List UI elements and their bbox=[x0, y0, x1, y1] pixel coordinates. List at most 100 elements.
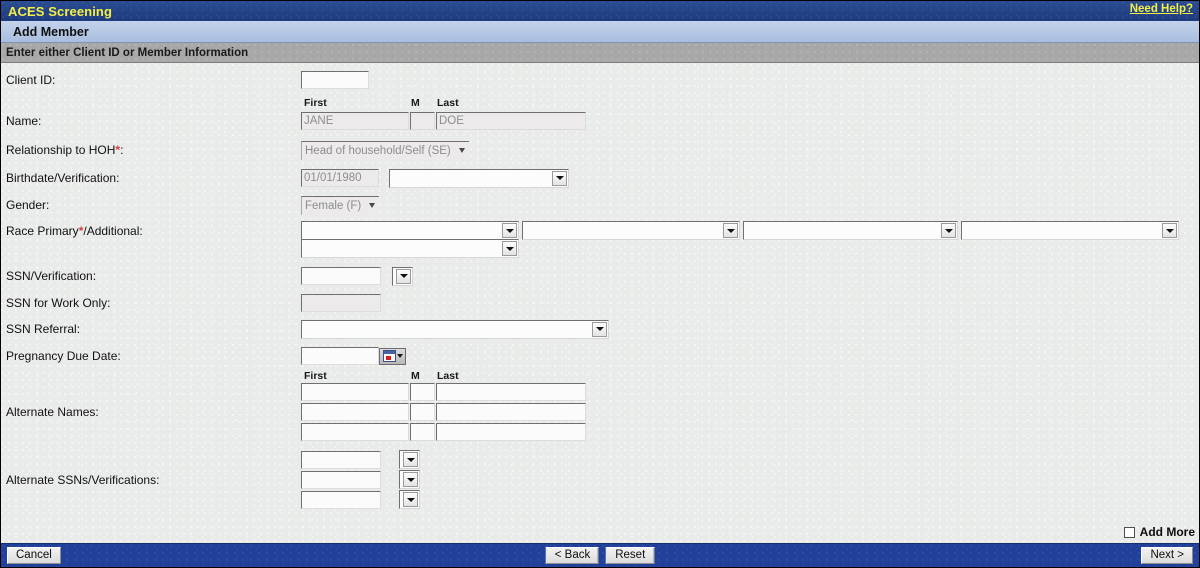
name-col-last-label: Last bbox=[437, 97, 459, 109]
alt-name-1-last-input[interactable] bbox=[436, 382, 586, 401]
row-alt-name-3 bbox=[1, 421, 1199, 442]
name-middle-input[interactable] bbox=[410, 112, 435, 130]
alt-ssns-label: Alternate SSNs/Verifications: bbox=[6, 472, 160, 487]
ssn-input[interactable] bbox=[301, 267, 381, 285]
chevron-down-icon bbox=[723, 223, 738, 238]
calendar-picker-button[interactable] bbox=[379, 347, 406, 365]
add-more-label: Add More bbox=[1139, 525, 1195, 539]
alt-ssn-3-fields bbox=[301, 490, 1199, 509]
row-name: Name: bbox=[1, 109, 1199, 133]
name-col-first-label: First bbox=[304, 97, 327, 109]
birthdate-input[interactable] bbox=[301, 169, 379, 187]
birthdate-verification-select[interactable] bbox=[389, 168, 569, 188]
row-alt-ssn-3 bbox=[1, 489, 1199, 510]
gender-fields: Female (F) bbox=[301, 195, 1199, 215]
ssn-fields bbox=[301, 266, 1199, 286]
birthdate-fields bbox=[301, 168, 1199, 188]
chevron-down-icon bbox=[403, 472, 418, 487]
pregnancy-fields bbox=[301, 347, 1199, 365]
row-ssn: SSN/Verification: bbox=[1, 264, 1199, 288]
reset-button[interactable]: Reset bbox=[606, 547, 655, 564]
row-gender: Gender: Female (F) bbox=[1, 193, 1199, 217]
alt-name-1-middle-input[interactable] bbox=[410, 382, 435, 401]
relationship-select-value: Head of household/Self (SE) bbox=[305, 144, 451, 157]
chevron-down-icon bbox=[502, 241, 517, 256]
row-ssn-work: SSN for Work Only: bbox=[1, 291, 1199, 315]
name-first-input[interactable] bbox=[301, 112, 409, 130]
name-label: Name: bbox=[6, 114, 42, 128]
alt-ssn-3-input[interactable] bbox=[301, 490, 381, 509]
name-col-middle-label: M bbox=[411, 97, 420, 109]
ssn-referral-select[interactable] bbox=[301, 319, 609, 339]
row-pregnancy-due-date: Pregnancy Due Date: bbox=[1, 344, 1199, 368]
app-title: ACES Screening bbox=[8, 3, 112, 19]
alt-name-2-last-input[interactable] bbox=[436, 402, 586, 421]
relationship-label: Relationship to HOH*: bbox=[1, 143, 301, 157]
chevron-down-icon bbox=[396, 354, 403, 358]
alt-ssn-2-verification-select[interactable] bbox=[399, 470, 420, 489]
alt-ssn-3-verification-select[interactable] bbox=[399, 490, 420, 509]
alt-name-3-first-input[interactable] bbox=[301, 422, 409, 441]
race-label-suffix: /Additional: bbox=[83, 223, 143, 238]
name-last-input[interactable] bbox=[436, 112, 586, 130]
birthdate-label: Birthdate/Verification: bbox=[6, 171, 120, 185]
alt-name-3-fields bbox=[301, 422, 1199, 441]
alt-name-2-first-input[interactable] bbox=[301, 402, 409, 421]
chevron-down-icon bbox=[403, 492, 418, 507]
ssn-verification-select[interactable] bbox=[392, 266, 413, 286]
alt-name-2-middle-input[interactable] bbox=[410, 402, 435, 421]
row-alt-name-2: Alternate Names: bbox=[1, 401, 1199, 422]
ssn-work-fields bbox=[301, 294, 1199, 312]
race-additional-4-select[interactable] bbox=[301, 239, 519, 258]
pregnancy-label: Pregnancy Due Date: bbox=[6, 349, 121, 363]
alt-name-1-first-input[interactable] bbox=[301, 382, 409, 401]
cancel-button[interactable]: Cancel bbox=[7, 547, 61, 564]
title-bar: ACES Screening Need Help? bbox=[1, 1, 1199, 21]
ssn-work-input[interactable] bbox=[301, 294, 381, 312]
relationship-select[interactable]: Head of household/Self (SE) bbox=[301, 140, 469, 160]
pregnancy-due-date-input[interactable] bbox=[301, 347, 379, 365]
alt-name-2-fields bbox=[301, 402, 1199, 421]
chevron-down-icon bbox=[455, 143, 468, 159]
alt-names-label: Alternate Names: bbox=[6, 404, 99, 419]
instruction-bar: Enter either Client ID or Member Informa… bbox=[1, 43, 1199, 63]
relationship-fields: Head of household/Self (SE) bbox=[301, 140, 1199, 160]
client-id-input[interactable] bbox=[301, 71, 369, 89]
gender-select[interactable]: Female (F) bbox=[301, 195, 379, 215]
member-form: Client ID: First M Last Name: R bbox=[1, 63, 1199, 521]
add-more-bar: Add More bbox=[1, 521, 1199, 543]
need-help-link[interactable]: Need Help? bbox=[1130, 3, 1193, 15]
row-relationship: Relationship to HOH*: Head of household/… bbox=[1, 138, 1199, 162]
row-alt-name-1 bbox=[1, 381, 1199, 402]
row-name-headers: First M Last bbox=[1, 96, 1199, 110]
alt-ssn-1-input[interactable] bbox=[301, 450, 381, 469]
chevron-down-icon bbox=[552, 170, 567, 186]
instruction-text: Enter either Client ID or Member Informa… bbox=[6, 46, 249, 59]
client-id-fields bbox=[301, 71, 1199, 89]
back-button[interactable]: < Back bbox=[545, 547, 600, 564]
next-button[interactable]: Next > bbox=[1141, 547, 1193, 564]
relationship-label-text: Relationship to HOH bbox=[6, 143, 116, 157]
chevron-down-icon bbox=[502, 223, 517, 238]
page-title: Add Member bbox=[13, 24, 89, 39]
chevron-down-icon bbox=[1162, 223, 1177, 238]
ssn-referral-label: SSN Referral: bbox=[6, 322, 81, 336]
alt-name-3-last-input[interactable] bbox=[436, 422, 586, 441]
race-label-text: Race Primary bbox=[6, 223, 79, 238]
ssn-referral-fields bbox=[301, 319, 1199, 339]
navigation-button-group: < Back Reset bbox=[545, 547, 655, 564]
alt-ssn-2-input[interactable] bbox=[301, 470, 381, 489]
alt-ssn-1-verification-select[interactable] bbox=[399, 450, 420, 469]
calendar-icon bbox=[382, 350, 396, 362]
add-more-checkbox[interactable] bbox=[1123, 526, 1135, 538]
row-race-additional bbox=[1, 238, 1199, 259]
chevron-down-icon bbox=[396, 268, 411, 284]
alt-ssn-2-fields bbox=[301, 470, 1199, 489]
chevron-down-icon bbox=[403, 452, 418, 467]
name-fields bbox=[301, 112, 1199, 130]
row-alt-ssn-1 bbox=[1, 449, 1199, 470]
client-id-label: Client ID: bbox=[6, 73, 56, 87]
gender-label: Gender: bbox=[6, 198, 50, 212]
race-label: Race Primary*/Additional: bbox=[1, 224, 301, 238]
alt-name-3-middle-input[interactable] bbox=[410, 422, 435, 441]
